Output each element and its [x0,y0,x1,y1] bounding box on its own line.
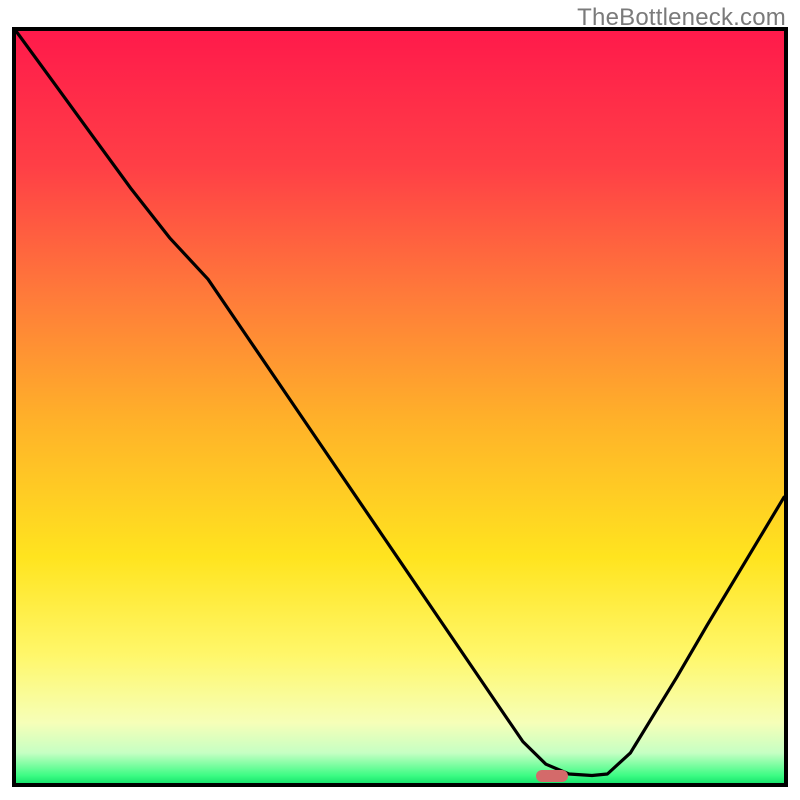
chart-container: TheBottleneck.com [0,0,800,800]
optimal-marker [536,770,568,782]
plot-area [12,27,788,787]
bottleneck-curve [16,31,784,783]
watermark-text: TheBottleneck.com [577,4,786,32]
